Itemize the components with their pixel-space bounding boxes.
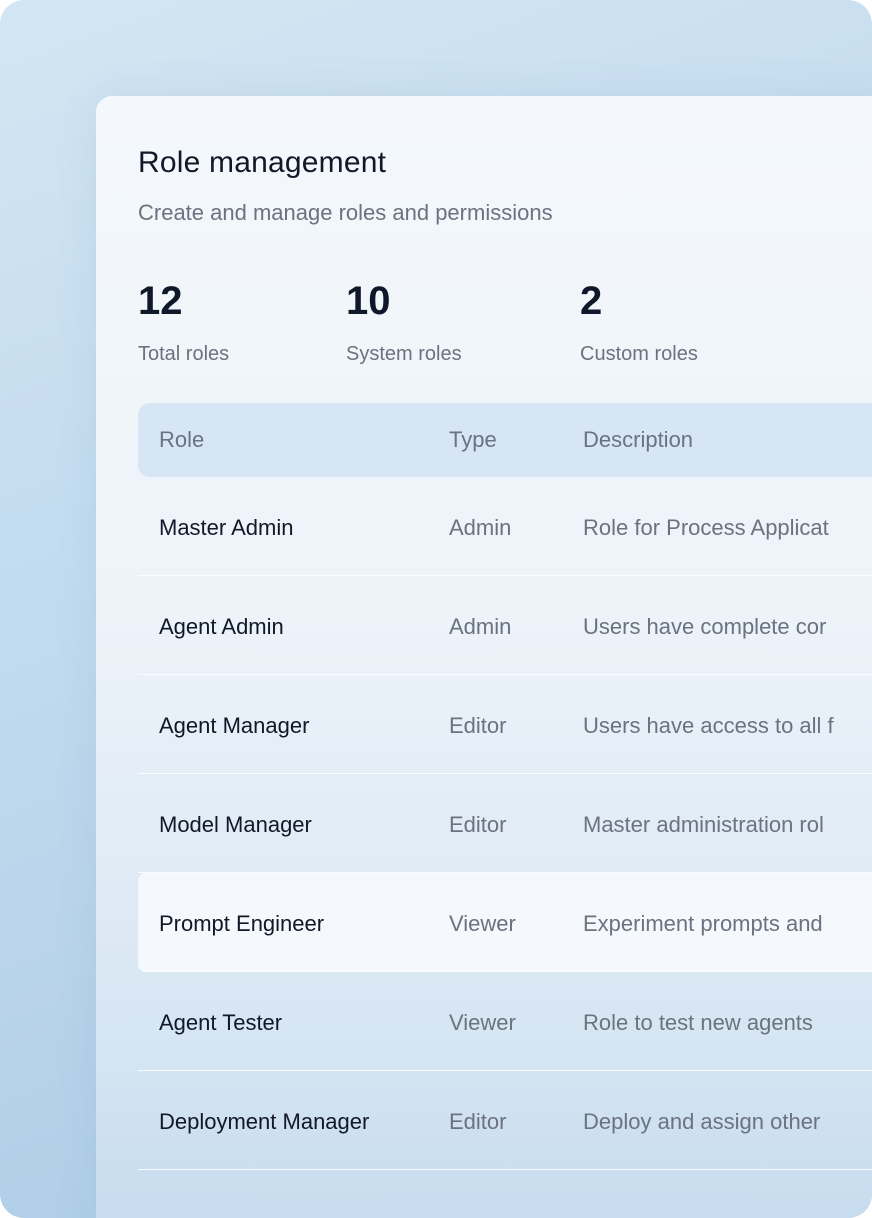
stat-value: 10 xyxy=(346,279,391,323)
role-type: Editor xyxy=(449,713,507,738)
role-name: Model Manager xyxy=(159,812,312,837)
role-description: Users have complete cor xyxy=(583,614,827,639)
role-description: Master administration rol xyxy=(583,812,824,837)
role-name: Master Admin xyxy=(159,515,294,540)
table-body: Master Admin Admin Role for Process Appl… xyxy=(138,477,872,1170)
stat-total-roles: 12 Total roles xyxy=(138,279,229,366)
column-header-role[interactable]: Role xyxy=(159,403,204,477)
table-row[interactable]: Agent Manager Editor Users have access t… xyxy=(138,675,872,774)
role-type: Editor xyxy=(449,1109,507,1134)
table-row[interactable]: Master Admin Admin Role for Process Appl… xyxy=(138,477,872,576)
table-row[interactable]: Agent Admin Admin Users have complete co… xyxy=(138,576,872,675)
table-row-highlighted[interactable]: Prompt Engineer Viewer Experiment prompt… xyxy=(138,873,872,972)
role-name: Prompt Engineer xyxy=(159,911,325,936)
table-row[interactable]: Deployment Manager Editor Deploy and ass… xyxy=(138,1071,872,1170)
stat-label: System roles xyxy=(346,343,462,365)
stat-label: Total roles xyxy=(138,343,230,365)
table-row[interactable]: Model Manager Editor Master administrati… xyxy=(138,774,872,873)
role-name: Agent Admin xyxy=(159,614,284,639)
role-name: Agent Manager xyxy=(159,713,310,738)
stat-custom-roles: 2 Custom roles xyxy=(580,279,698,366)
role-description: Users have access to all f xyxy=(583,713,834,738)
role-description: Experiment prompts and xyxy=(583,911,823,936)
role-type: Admin xyxy=(449,614,512,639)
stat-value: 12 xyxy=(138,279,183,323)
role-type: Viewer xyxy=(449,1010,516,1035)
role-type: Viewer xyxy=(449,911,516,936)
page-title: Role management xyxy=(138,146,387,179)
role-name: Agent Tester xyxy=(159,1010,283,1035)
table-row[interactable]: Agent Tester Viewer Role to test new age… xyxy=(138,972,872,1071)
role-description: Deploy and assign other xyxy=(583,1109,821,1134)
role-name: Deployment Manager xyxy=(159,1109,370,1134)
stat-value: 2 xyxy=(580,279,603,323)
role-description: Role for Process Applicat xyxy=(583,515,829,540)
column-header-type[interactable]: Type xyxy=(449,403,497,477)
role-type: Editor xyxy=(449,812,507,837)
background-frame: Role management Create and manage roles … xyxy=(0,0,872,1218)
table-header: Role Type Description xyxy=(138,403,872,477)
role-management-panel: Role management Create and manage roles … xyxy=(96,96,872,1218)
stat-system-roles: 10 System roles xyxy=(346,279,462,366)
column-header-description[interactable]: Description xyxy=(583,403,693,477)
page-subtitle: Create and manage roles and permissions xyxy=(138,200,553,225)
stat-label: Custom roles xyxy=(580,343,698,365)
roles-table: Role Type Description Master Admin Admin… xyxy=(138,403,872,1170)
role-description: Role to test new agents xyxy=(583,1010,813,1035)
role-type: Admin xyxy=(449,515,512,540)
